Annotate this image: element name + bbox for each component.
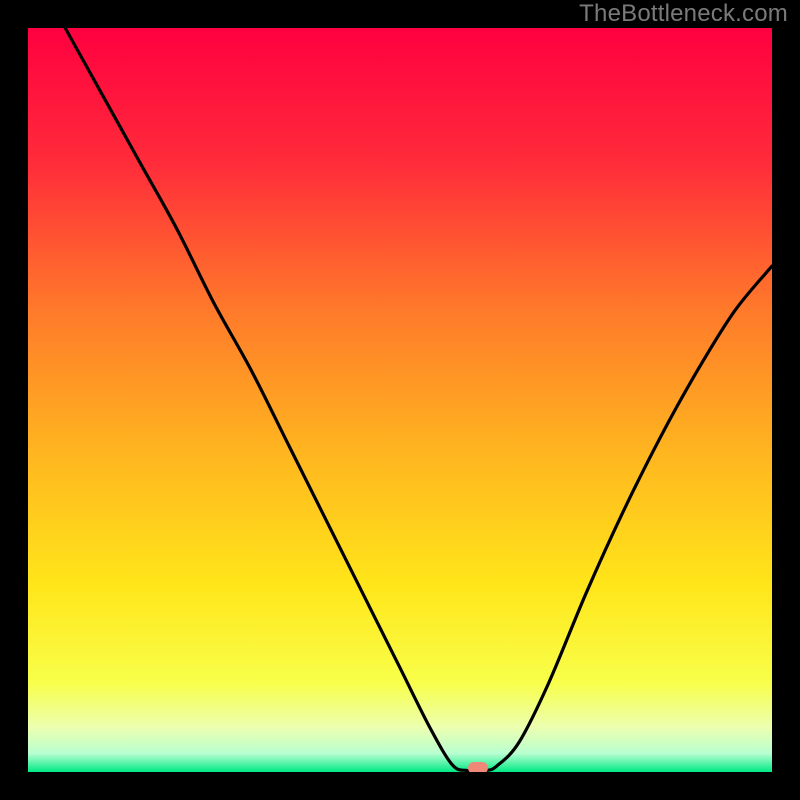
bottleneck-curve: [28, 28, 772, 772]
plot-area: [28, 28, 772, 772]
optimal-point-marker: [468, 762, 488, 772]
chart-frame: TheBottleneck.com: [0, 0, 800, 800]
watermark-text: TheBottleneck.com: [579, 0, 788, 28]
